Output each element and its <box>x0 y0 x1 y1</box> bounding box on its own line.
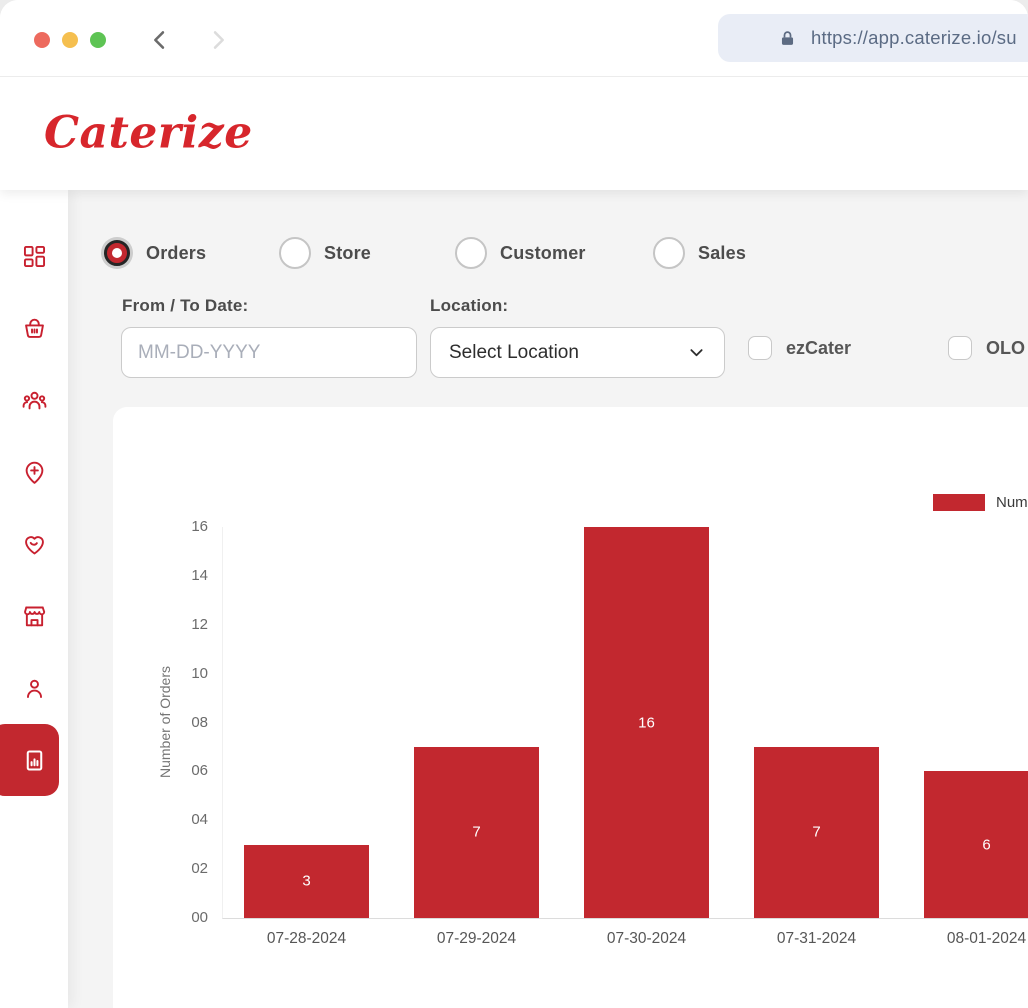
bar-plot: 307-28-2024707-29-20241607-30-2024707-31… <box>222 527 1028 919</box>
location-label: Location: <box>430 296 508 316</box>
x-axis-tick-label: 07-31-2024 <box>777 930 856 948</box>
y-axis-tick-label: 06 <box>191 762 208 780</box>
location-select-value: Select Location <box>449 342 579 364</box>
maximize-window-icon[interactable] <box>90 32 106 48</box>
store-icon <box>21 603 48 630</box>
bar-value-label: 3 <box>302 873 310 890</box>
bar-value-label: 7 <box>472 824 480 841</box>
radio-circle <box>101 237 133 269</box>
y-axis-tick-label: 00 <box>191 909 208 927</box>
sidebar-item-customers[interactable] <box>0 364 68 436</box>
app-header: Caterize <box>0 76 1028 190</box>
sidebar-item-orders[interactable] <box>0 292 68 364</box>
radio-circle <box>455 237 487 269</box>
x-axis-tick-label: 08-01-2024 <box>947 930 1026 948</box>
radio-label: Customer <box>500 243 586 264</box>
checkbox-label: OLO <box>986 338 1025 359</box>
reports-icon <box>21 747 48 774</box>
address-bar[interactable]: https://app.caterize.io/su <box>718 14 1028 62</box>
location-add-icon <box>21 459 48 486</box>
bar-value-label: 6 <box>982 836 990 853</box>
x-axis-tick-label: 07-29-2024 <box>437 930 516 948</box>
y-axis-tick-label: 14 <box>191 567 208 585</box>
bar-08-01-2024[interactable]: 6 <box>924 771 1028 918</box>
date-range-label: From / To Date: <box>122 296 248 316</box>
sidebar-item-dashboard[interactable] <box>0 220 68 292</box>
bar-07-28-2024[interactable]: 3 <box>244 845 369 918</box>
x-axis-tick-label: 07-30-2024 <box>607 930 686 948</box>
app-window: https://app.caterize.io/su Caterize <box>0 0 1028 1008</box>
profile-icon <box>21 675 48 702</box>
bar-07-29-2024[interactable]: 7 <box>414 747 539 918</box>
bar-07-30-2024[interactable]: 16 <box>584 527 709 918</box>
legend-swatch <box>933 494 985 511</box>
bar-07-31-2024[interactable]: 7 <box>754 747 879 918</box>
y-axis-tick-label: 04 <box>191 811 208 829</box>
checkbox-label: ezCater <box>786 338 851 359</box>
chart-legend: Number of Orders <box>933 494 1028 511</box>
bar-value-label: 16 <box>638 714 655 731</box>
radio-label: Orders <box>146 243 206 264</box>
y-axis-tick-label: 02 <box>191 860 208 878</box>
lock-icon <box>778 29 797 48</box>
caterize-logo[interactable]: Caterize <box>44 108 253 159</box>
forward-button[interactable] <box>204 26 232 54</box>
legend-label: Number of Orders <box>996 494 1028 511</box>
checkbox-olo[interactable]: OLO <box>948 336 1025 360</box>
back-button[interactable] <box>146 26 174 54</box>
radio-customer[interactable]: Customer <box>455 237 586 269</box>
y-axis-title: Number of Orders <box>157 666 173 778</box>
radio-label: Sales <box>698 243 746 264</box>
customers-icon <box>21 387 48 414</box>
radio-store[interactable]: Store <box>279 237 371 269</box>
checkbox-ezcater[interactable]: ezCater <box>748 336 851 360</box>
radio-circle <box>279 237 311 269</box>
y-axis-tick-label: 16 <box>191 518 208 536</box>
sidebar-item-favorites[interactable] <box>0 508 68 580</box>
radio-circle <box>653 237 685 269</box>
radio-orders[interactable]: Orders <box>101 237 206 269</box>
close-window-icon[interactable] <box>34 32 50 48</box>
browser-bar: https://app.caterize.io/su <box>0 0 1028 77</box>
sidebar-item-profile[interactable] <box>0 652 68 724</box>
radio-sales[interactable]: Sales <box>653 237 746 269</box>
y-axis-tick-label: 10 <box>191 665 208 683</box>
basket-icon <box>21 315 48 342</box>
location-select[interactable]: Select Location <box>430 327 725 378</box>
y-axis-tick-label: 08 <box>191 714 208 732</box>
sidebar-item-store[interactable] <box>0 580 68 652</box>
x-axis-tick-label: 07-28-2024 <box>267 930 346 948</box>
radio-label: Store <box>324 243 371 264</box>
chevron-left-icon <box>146 26 174 54</box>
dashboard-icon <box>21 243 48 270</box>
sidebar-item-reports[interactable] <box>0 724 68 796</box>
date-range-input[interactable] <box>121 327 417 378</box>
y-axis-tick-label: 12 <box>191 616 208 634</box>
bar-value-label: 7 <box>812 824 820 841</box>
minimize-window-icon[interactable] <box>62 32 78 48</box>
url-text: https://app.caterize.io/su <box>811 27 1017 49</box>
orders-chart-card: Number of Orders Number of Orders 307-28… <box>113 407 1028 1008</box>
chevron-right-icon <box>204 26 232 54</box>
sidebar <box>0 190 68 1008</box>
checkbox-box <box>948 336 972 360</box>
favorites-icon <box>21 531 48 558</box>
checkbox-box <box>748 336 772 360</box>
sidebar-item-locations[interactable] <box>0 436 68 508</box>
chevron-down-icon <box>687 343 706 362</box>
